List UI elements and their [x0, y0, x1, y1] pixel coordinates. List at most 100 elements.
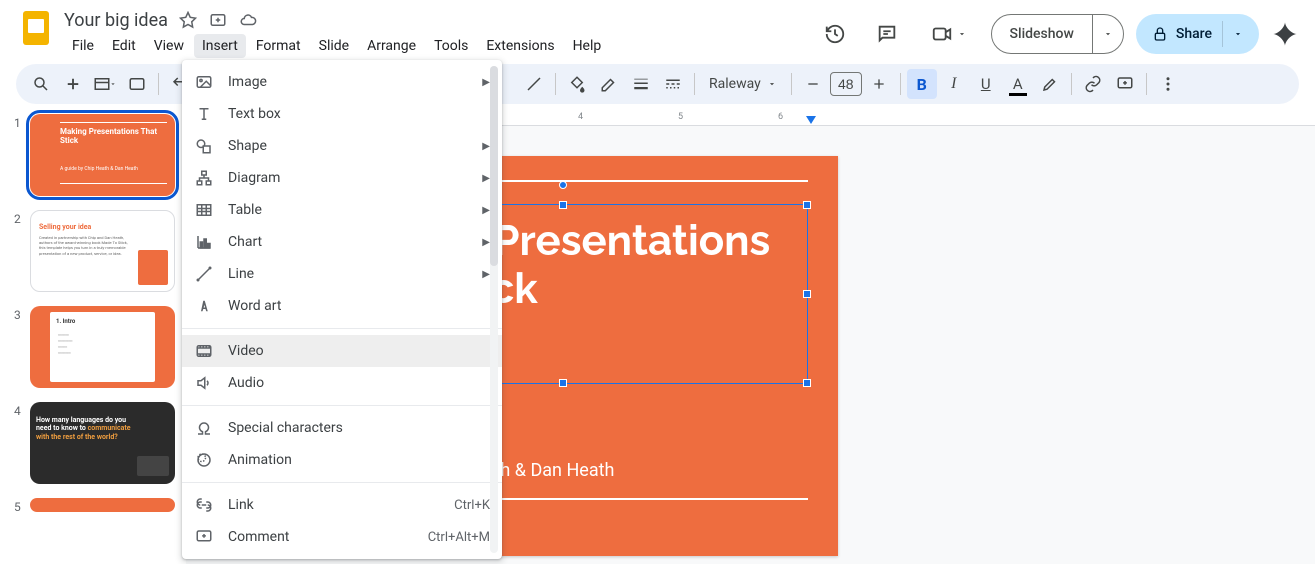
border-color-icon[interactable]: [594, 69, 624, 99]
bold-button[interactable]: B: [907, 69, 937, 99]
theme-icon[interactable]: [122, 69, 152, 99]
audio-icon: [194, 374, 214, 392]
slide-thumbnail[interactable]: How many languages do you need to know t…: [30, 402, 175, 484]
slide-thumbnail[interactable]: Making Presentations That Stick A guide …: [30, 114, 175, 196]
share-main[interactable]: Share: [1152, 26, 1222, 42]
ruler-tick: 5: [678, 112, 683, 122]
shape-icon: [194, 137, 214, 155]
slideshow-main[interactable]: Slideshow: [992, 26, 1092, 42]
menu-item-audio[interactable]: Audio: [182, 367, 502, 399]
meet-button[interactable]: [919, 14, 979, 54]
border-dash-icon[interactable]: [658, 69, 688, 99]
slideshow-button: Slideshow: [991, 14, 1124, 54]
resize-handle[interactable]: [803, 201, 811, 209]
thumbnail-row: 1 Making Presentations That Stick A guid…: [14, 114, 186, 196]
submenu-arrow-icon: ▶: [482, 77, 490, 88]
thumb-title: Selling your idea: [39, 223, 91, 231]
menu-item-image[interactable]: Image ▶: [182, 66, 502, 98]
title-area: Your big idea FileEditViewInsertFormatSl…: [64, 8, 815, 58]
thumbnail-row: 3 1. Intro ━━━━━━━━━━━━━━━━━━━━━━━━━━: [14, 306, 186, 388]
slide-number: 3: [14, 306, 30, 388]
rotate-handle[interactable]: [559, 181, 567, 189]
resize-handle[interactable]: [803, 290, 811, 298]
scrollbar[interactable]: [490, 66, 498, 553]
menu-item-label: Shape: [228, 138, 468, 154]
menu-edit[interactable]: Edit: [104, 34, 144, 58]
menu-item-text-box[interactable]: Text box: [182, 98, 502, 130]
thumb-sub: A guide by Chip Heath & Dan Heath: [60, 166, 138, 172]
increase-font-icon[interactable]: [864, 69, 894, 99]
menu-item-label: Table: [228, 202, 468, 218]
more-icon[interactable]: [1153, 69, 1183, 99]
animation-icon: [194, 451, 214, 469]
gemini-icon[interactable]: [1271, 20, 1299, 48]
menu-item-special-characters[interactable]: Special characters: [182, 412, 502, 444]
italic-button[interactable]: I: [939, 69, 969, 99]
resize-handle[interactable]: [559, 201, 567, 209]
underline-button[interactable]: U: [971, 69, 1001, 99]
insert-comment-icon[interactable]: [1110, 69, 1140, 99]
menu-tools[interactable]: Tools: [426, 34, 476, 58]
cloud-icon[interactable]: [238, 10, 258, 30]
menu-item-table[interactable]: Table▶: [182, 194, 502, 226]
separator: [555, 73, 556, 95]
menu-item-shape[interactable]: Shape ▶: [182, 130, 502, 162]
text-color-icon[interactable]: A: [1003, 69, 1033, 99]
menu-extensions[interactable]: Extensions: [478, 34, 562, 58]
insert-link-icon[interactable]: [1078, 69, 1108, 99]
star-icon[interactable]: [178, 10, 198, 30]
menu-file[interactable]: File: [64, 34, 102, 58]
slide-thumbnail[interactable]: Selling your idea Created in partnership…: [30, 210, 175, 292]
menu-format[interactable]: Format: [248, 34, 309, 58]
menu-item-label: Diagram: [228, 170, 468, 186]
border-weight-icon[interactable]: [626, 69, 656, 99]
menu-slide[interactable]: Slide: [311, 34, 357, 58]
font-size-input[interactable]: [830, 72, 862, 96]
move-icon[interactable]: [208, 10, 228, 30]
table-icon: [194, 201, 214, 219]
chevron-down-icon: [109, 80, 117, 88]
font-selector[interactable]: Raleway: [701, 76, 785, 92]
resize-handle[interactable]: [803, 379, 811, 387]
menu-item-comment[interactable]: CommentCtrl+Alt+M: [182, 521, 502, 553]
font-name: Raleway: [709, 76, 761, 92]
line-tool-icon[interactable]: [519, 69, 549, 99]
menu-item-word-art[interactable]: Word art: [182, 290, 502, 322]
search-menus-icon[interactable]: [26, 69, 56, 99]
menu-item-animation[interactable]: Animation: [182, 444, 502, 476]
share-dropdown[interactable]: [1222, 21, 1253, 47]
layout-icon[interactable]: [90, 69, 120, 99]
menu-item-link[interactable]: LinkCtrl+K: [182, 489, 502, 521]
slide-thumbnail[interactable]: 1. Intro ━━━━━━━━━━━━━━━━━━━━━━━━━━: [30, 306, 175, 388]
resize-handle[interactable]: [559, 379, 567, 387]
menu-shortcut: Ctrl+K: [454, 498, 490, 513]
menu-view[interactable]: View: [146, 34, 192, 58]
slideshow-dropdown[interactable]: [1092, 15, 1123, 53]
menu-insert[interactable]: Insert: [194, 34, 246, 58]
menu-help[interactable]: Help: [565, 34, 610, 58]
comment-icon[interactable]: [867, 14, 907, 54]
chevron-down-icon: [767, 79, 777, 89]
menubar: FileEditViewInsertFormatSlideArrangeTool…: [64, 34, 815, 58]
filmstrip[interactable]: 1 Making Presentations That Stick A guid…: [0, 108, 186, 564]
menu-item-line[interactable]: Line▶: [182, 258, 502, 290]
decrease-font-icon[interactable]: [798, 69, 828, 99]
fill-color-icon[interactable]: [562, 69, 592, 99]
menu-arrange[interactable]: Arrange: [359, 34, 424, 58]
menu-item-diagram[interactable]: Diagram ▶: [182, 162, 502, 194]
submenu-arrow-icon: ▶: [482, 173, 490, 184]
menu-item-video[interactable]: Video: [182, 335, 502, 367]
submenu-arrow-icon: ▶: [482, 141, 490, 152]
history-icon[interactable]: [815, 14, 855, 54]
app-logo[interactable]: [16, 8, 56, 48]
ruler-tick: 6: [778, 112, 783, 122]
slide-number: 5: [14, 498, 30, 514]
highlight-icon[interactable]: [1035, 69, 1065, 99]
menu-item-label: Image: [228, 74, 468, 90]
menu-separator: [182, 328, 502, 329]
slide-thumbnail[interactable]: [30, 498, 175, 512]
new-slide-icon[interactable]: [58, 69, 88, 99]
document-title[interactable]: Your big idea: [64, 10, 168, 31]
comment-icon: [194, 528, 214, 546]
menu-item-chart[interactable]: Chart▶: [182, 226, 502, 258]
